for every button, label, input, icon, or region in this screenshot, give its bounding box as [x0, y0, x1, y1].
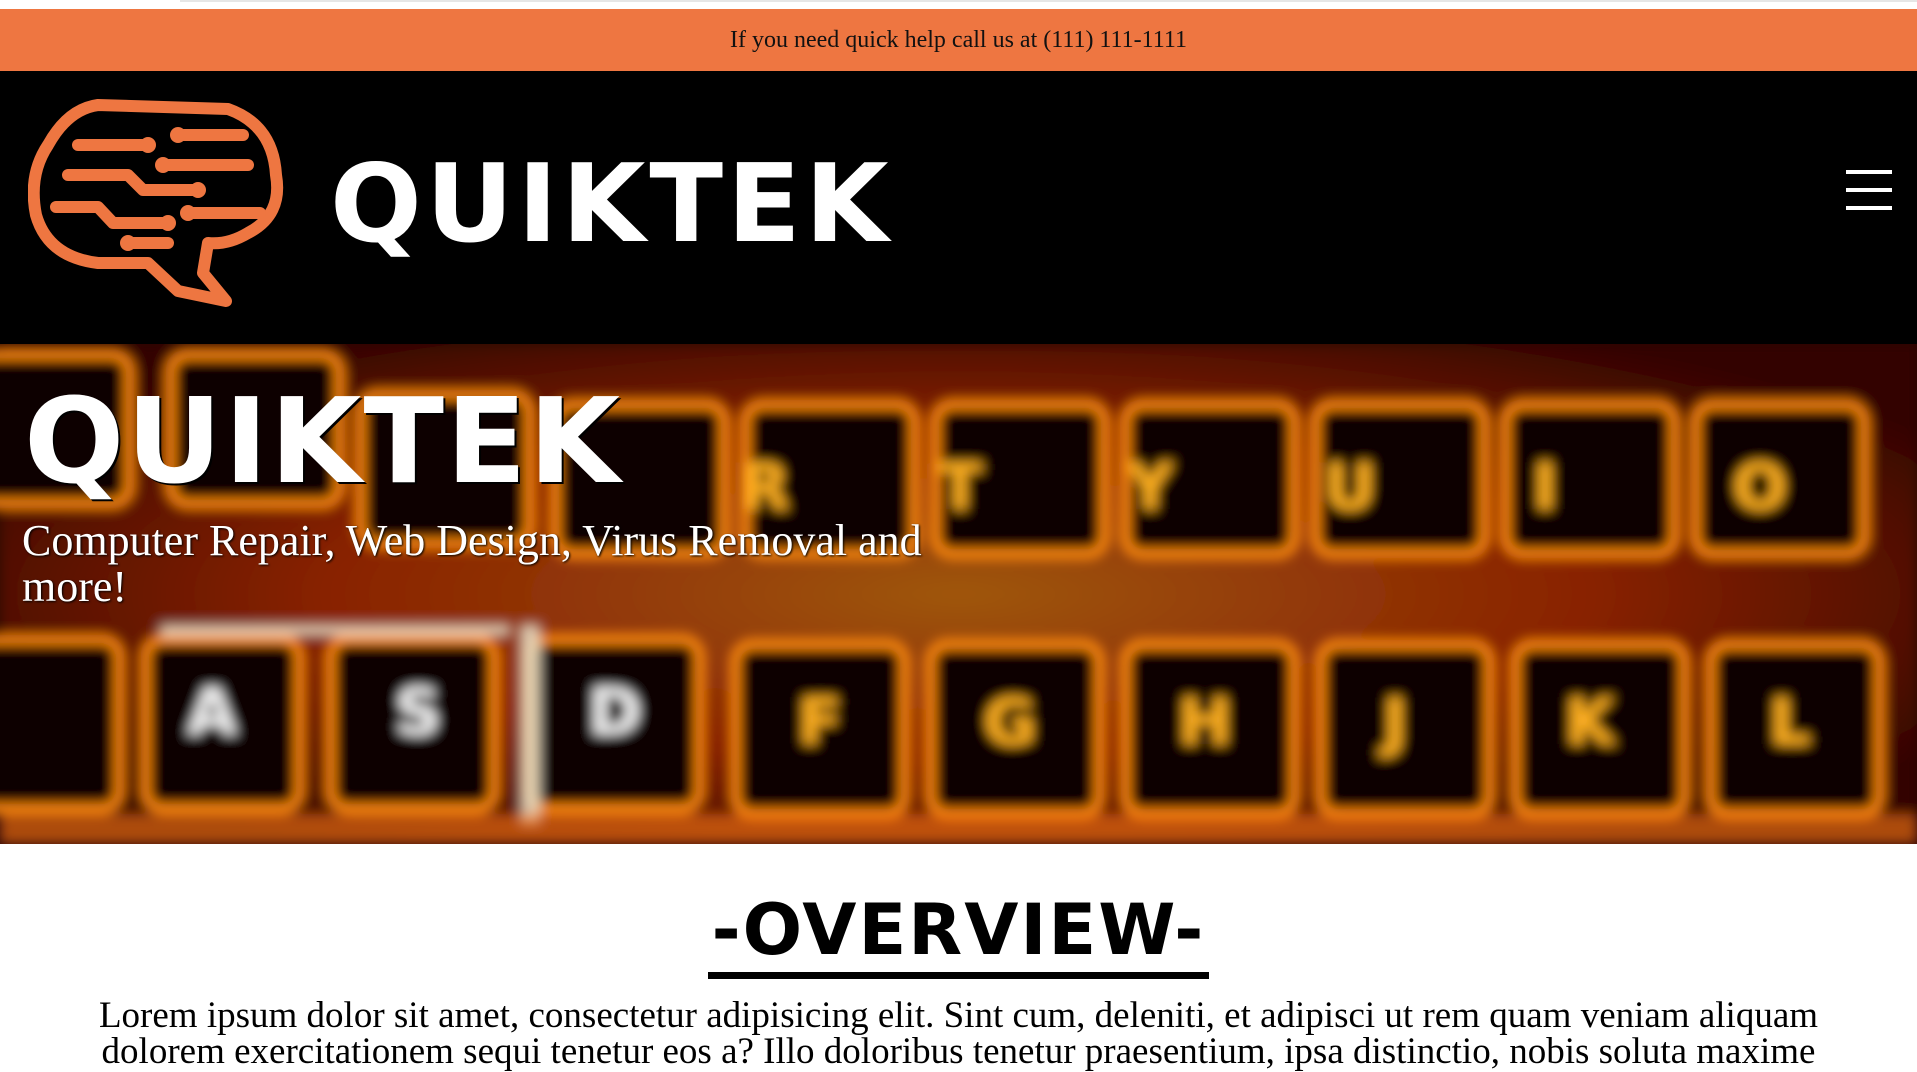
brand-logo-link[interactable]: QUIKTEK	[28, 95, 889, 311]
svg-text:H: H	[1178, 686, 1232, 760]
announcement-text: If you need quick help call us at (111) …	[730, 26, 1187, 53]
svg-text:F: F	[798, 686, 842, 760]
top-border	[0, 0, 1917, 9]
svg-text:J: J	[1379, 686, 1407, 760]
svg-text:R: R	[740, 451, 789, 525]
top-border-line	[180, 0, 1917, 2]
overview-paragraph: Lorem ipsum dolor sit amet, consectetur …	[98, 995, 1819, 1072]
svg-text:D: D	[588, 676, 641, 750]
brand-wordmark: QUIKTEK	[330, 142, 893, 267]
svg-text:T: T	[938, 451, 982, 525]
hero-tagline: Computer Repair, Web Design, Virus Remov…	[22, 516, 922, 611]
hamburger-menu-icon[interactable]	[1846, 170, 1892, 210]
announcement-bar: If you need quick help call us at (111) …	[0, 9, 1917, 71]
hero-title: QUIKTEK	[24, 372, 623, 510]
svg-text:U: U	[1324, 451, 1376, 525]
site-header: QUIKTEK	[0, 71, 1917, 344]
svg-text:O: O	[1733, 451, 1787, 525]
svg-text:I: I	[1533, 451, 1557, 525]
svg-text:L: L	[1770, 686, 1811, 760]
svg-text:K: K	[1565, 686, 1617, 760]
svg-text:S: S	[395, 676, 441, 750]
svg-text:Y: Y	[1126, 451, 1174, 525]
brain-circuit-icon	[28, 99, 284, 307]
svg-text:A: A	[187, 676, 237, 750]
overview-heading: -OVERVIEW-	[0, 888, 1917, 979]
overview-heading-text: -OVERVIEW-	[707, 888, 1210, 979]
svg-text:G: G	[984, 686, 1037, 760]
